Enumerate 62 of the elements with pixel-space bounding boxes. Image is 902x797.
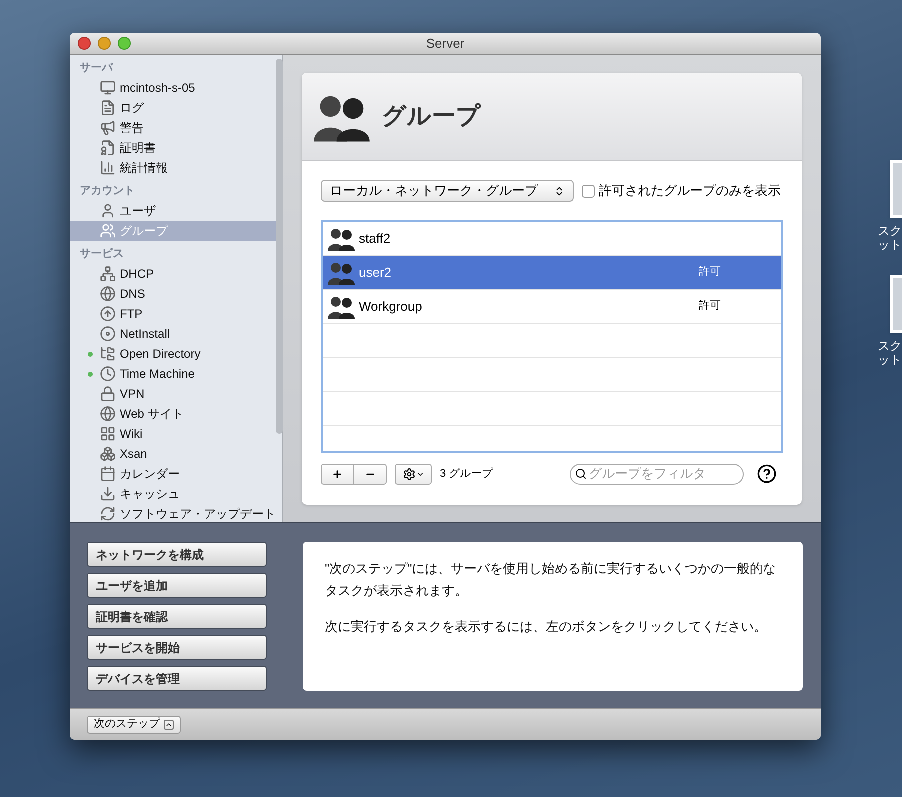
group-name: staff2 (359, 230, 392, 248)
sidebar-item[interactable]: ソフトウェア・アップデート (70, 504, 276, 524)
group-icon (327, 226, 357, 250)
sidebar-item[interactable]: 統計情報 (70, 158, 276, 178)
add-button[interactable] (321, 464, 354, 484)
close-button[interactable] (78, 37, 91, 50)
scrollbar-thumb[interactable] (276, 59, 283, 434)
desktop-icon-label: スク ット (878, 224, 902, 252)
sidebar-item[interactable]: 警告 (70, 118, 276, 138)
filter-search-field[interactable]: グループをフィルタ (570, 464, 744, 484)
sidebar-item[interactable]: Xsan (70, 444, 276, 464)
sidebar-item[interactable]: NetInstall (70, 324, 276, 344)
group-row[interactable]: Workgroup 許可 (323, 290, 781, 324)
panel-title: グループ (382, 102, 481, 132)
group-icon (327, 260, 357, 284)
group-name: Workgroup (359, 298, 424, 316)
help-icon (757, 464, 777, 484)
next-step-button[interactable]: 証明書を確認 (87, 604, 267, 629)
sidebar-item[interactable]: 証明書 (70, 138, 276, 158)
next-steps-toggle-button[interactable]: 次のステップ (87, 716, 181, 734)
minimize-button[interactable] (98, 37, 111, 50)
sidebar-item[interactable]: キャッシュ (70, 484, 276, 504)
sidebar-item[interactable]: ログ (70, 98, 276, 118)
chevron-icon (554, 186, 565, 196)
desktop-icon-label: スク ット (878, 339, 902, 367)
sidebar-item[interactable]: DHCP (70, 264, 276, 284)
sidebar-item[interactable]: Wiki (70, 424, 276, 444)
sidebar-item[interactable]: DNS (70, 284, 276, 304)
sidebar-item[interactable]: VPN (70, 384, 276, 404)
sidebar-section-header: アカウント (79, 184, 136, 199)
sidebar-item[interactable]: ユーザ (70, 201, 276, 221)
sidebar-item[interactable]: Web サイト (70, 404, 276, 424)
group-row[interactable]: user2 許可 (323, 256, 781, 290)
description-text: 次に実行するタスクを表示するには、左のボタンをクリックしてください。 (325, 618, 768, 636)
search-icon (575, 468, 587, 480)
sidebar-section-header: サーバ (79, 61, 114, 76)
caret-icon (164, 720, 174, 730)
group-name: user2 (359, 264, 393, 282)
window-title: Server (426, 34, 465, 53)
zoom-button[interactable] (118, 37, 131, 50)
gear-icon (402, 468, 416, 480)
group-type-dropdown[interactable]: ローカル・ネットワーク・グループ (321, 180, 574, 202)
description-text: "次のステップ"には、サーバを使用し始める前に実行するいくつかの一般的なタスクが表示されます。 (325, 560, 778, 600)
next-step-button[interactable]: ネットワークを構成 (87, 542, 267, 567)
sidebar-item[interactable]: Open Directory (70, 344, 276, 364)
group-icon (327, 294, 357, 318)
group-status: 許可 (699, 299, 721, 314)
next-step-button[interactable]: デバイスを管理 (87, 666, 267, 691)
action-menu-button[interactable] (395, 464, 432, 484)
sidebar-item[interactable]: カレンダー (70, 464, 276, 484)
group-count: 3 グループ (440, 466, 494, 482)
sidebar-item[interactable]: Time Machine (70, 364, 276, 384)
sidebar-section-header: サービス (79, 247, 125, 262)
plus-icon (332, 468, 343, 480)
next-step-button[interactable]: ユーザを追加 (87, 573, 267, 598)
sidebar-item[interactable]: FTP (70, 304, 276, 324)
checkbox[interactable] (582, 184, 595, 198)
checkbox-label: 許可されたグループのみを表示 (599, 182, 781, 200)
next-step-button[interactable]: サービスを開始 (87, 635, 267, 660)
group-status: 許可 (699, 265, 721, 280)
sidebar-item[interactable]: mcintosh-s-05 (70, 78, 276, 98)
help-button[interactable] (756, 463, 778, 485)
